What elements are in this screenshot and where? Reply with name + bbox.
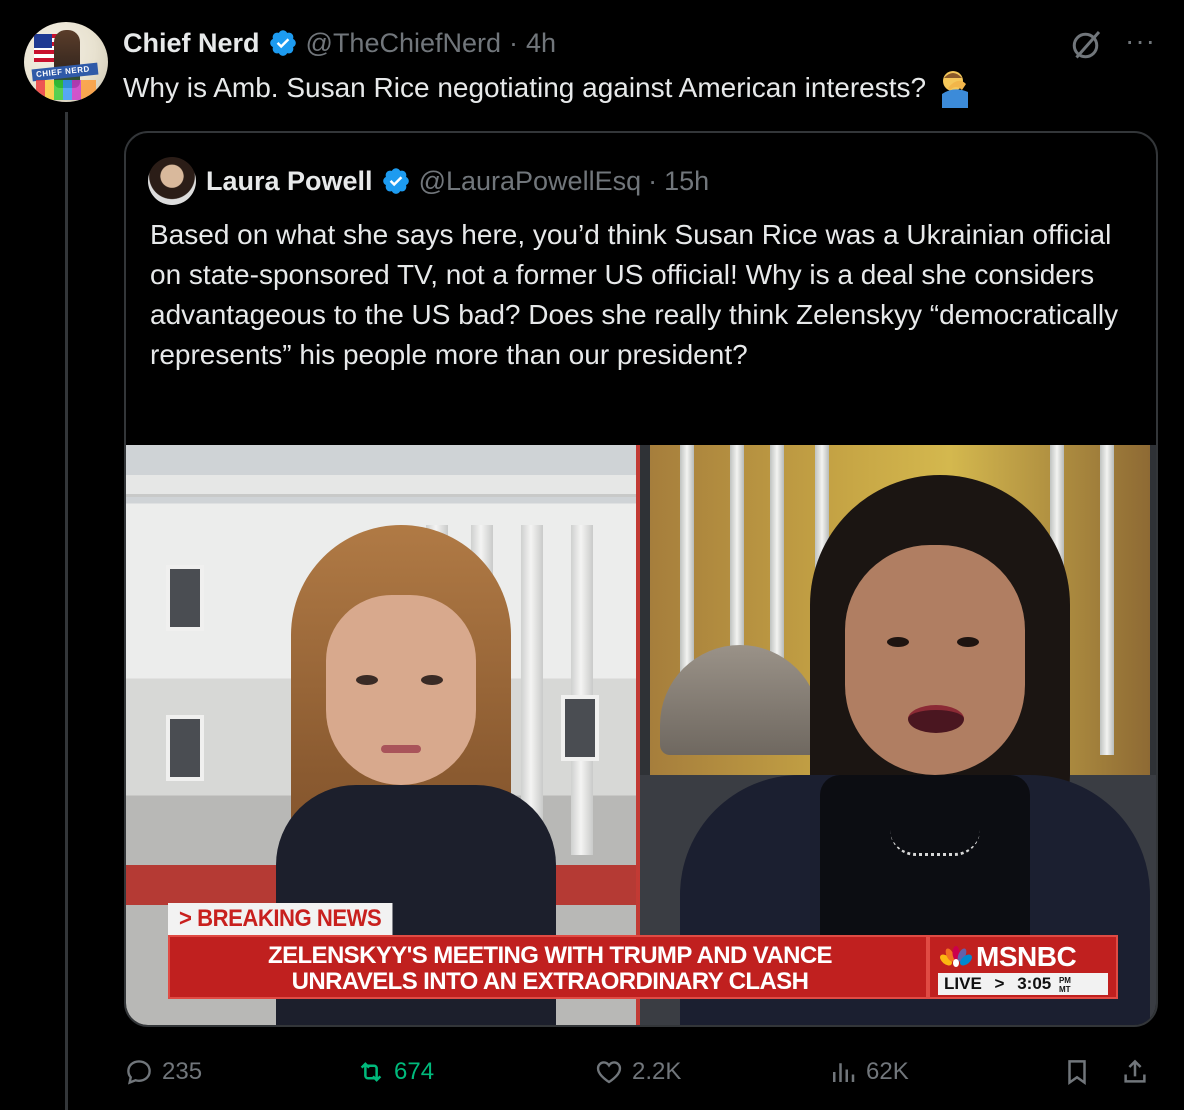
anchor-mouth [381, 745, 421, 753]
verified-badge-icon [382, 168, 409, 194]
breaking-news-label: > BREAKING NEWS [168, 903, 393, 935]
anchor-eye [421, 675, 443, 685]
views-button[interactable]: 62K [828, 1050, 909, 1094]
author-handle[interactable]: @TheChiefNerd [306, 28, 502, 59]
live-arrow: > [994, 974, 1005, 993]
white-house-roof [126, 475, 636, 497]
quoted-header-separator: · [648, 165, 658, 196]
more-options-icon[interactable]: ··· [1125, 26, 1156, 56]
guest-face [845, 545, 1025, 775]
birch-tree [1100, 445, 1114, 755]
clock-suffix-top: PM [1058, 975, 1071, 985]
quoted-author-avatar[interactable] [148, 157, 196, 205]
anchor-eye [356, 675, 378, 685]
quoted-author-name[interactable]: Laura Powell [206, 166, 373, 197]
post-header: Chief Nerd @TheChiefNerd · 4h [123, 26, 556, 60]
share-icon [1124, 1059, 1146, 1083]
post-text: Why is Amb. Susan Rice negotiating again… [123, 68, 972, 108]
reply-icon [127, 1060, 151, 1085]
bookmark-icon [1068, 1060, 1086, 1086]
avatar-paint [36, 80, 96, 100]
clock-suffix: PM MT [1059, 976, 1071, 994]
post-time[interactable]: 4h [526, 28, 556, 59]
grok-icon[interactable] [1069, 26, 1105, 62]
anchor-face [326, 595, 476, 785]
headline-text: ZELENSKYY'S MEETING WITH TRUMP AND VANCE… [170, 943, 930, 995]
live-clock: 3:05 [1017, 974, 1052, 993]
heart-icon [596, 1061, 622, 1084]
quoted-post-header: Laura Powell @LauraPowellEsq · 15h [206, 161, 709, 201]
building-window [166, 715, 204, 781]
thread-line [65, 112, 68, 1110]
author-avatar[interactable]: CHIEF NERD [24, 22, 108, 102]
news-lower-third: > BREAKING NEWS ZELENSKYY'S MEETING WITH… [168, 903, 1118, 1003]
like-count: 2.2K [632, 1058, 682, 1085]
network-bug: MSNBC LIVE > 3:05 PM MT [928, 935, 1118, 999]
headline-line-2: UNRAVELS INTO AN EXTRAORDINARY CLASH [291, 968, 809, 995]
quoted-post[interactable]: Laura Powell @LauraPowellEsq · 15h Based… [124, 131, 1158, 1027]
headline-banner: ZELENSKYY'S MEETING WITH TRUMP AND VANCE… [168, 935, 928, 999]
quoted-post-time[interactable]: 15h [664, 166, 709, 197]
live-indicator: LIVE > 3:05 PM MT [938, 973, 1108, 995]
avatar-text: CHIEF NERD [35, 64, 91, 80]
facepalm-emoji-icon [942, 71, 969, 108]
guest-eye [957, 637, 979, 647]
quoted-post-text: Based on what she says here, you’d think… [150, 219, 1119, 370]
views-chart-icon [833, 1063, 855, 1082]
repost-count: 674 [394, 1058, 435, 1085]
repost-icon [360, 1062, 382, 1082]
bookmark-button[interactable] [1062, 1050, 1100, 1094]
guest-eye [887, 637, 909, 647]
building-window [561, 695, 599, 761]
guest-mouth [908, 705, 964, 733]
quoted-author-handle[interactable]: @LauraPowellEsq [419, 166, 642, 197]
verified-badge-icon [269, 30, 296, 56]
repost-button[interactable]: 674 [356, 1050, 434, 1094]
header-separator: · [509, 27, 519, 58]
post-body: Why is Amb. Susan Rice negotiating again… [123, 72, 927, 103]
network-name: MSNBC [976, 941, 1077, 972]
reply-button[interactable]: 235 [124, 1050, 202, 1094]
clock-suffix-bottom: MT [1058, 984, 1071, 994]
headline-line-1: ZELENSKYY'S MEETING WITH TRUMP AND VANCE [268, 942, 833, 969]
views-count: 62K [866, 1058, 909, 1085]
peacock-logo-icon [940, 946, 972, 967]
reply-count: 235 [162, 1058, 203, 1085]
live-label: LIVE [944, 974, 982, 993]
building-window [166, 565, 204, 631]
like-button[interactable]: 2.2K [594, 1050, 681, 1094]
action-bar: 235 674 2.2K 62K [0, 1050, 1184, 1094]
guest-necklace [890, 830, 980, 856]
share-button[interactable] [1120, 1050, 1158, 1094]
author-name[interactable]: Chief Nerd [123, 28, 260, 59]
building-column [571, 525, 593, 855]
network-logo: MSNBC [940, 941, 1077, 973]
video-player[interactable]: > BREAKING NEWS ZELENSKYY'S MEETING WITH… [126, 445, 1156, 1025]
